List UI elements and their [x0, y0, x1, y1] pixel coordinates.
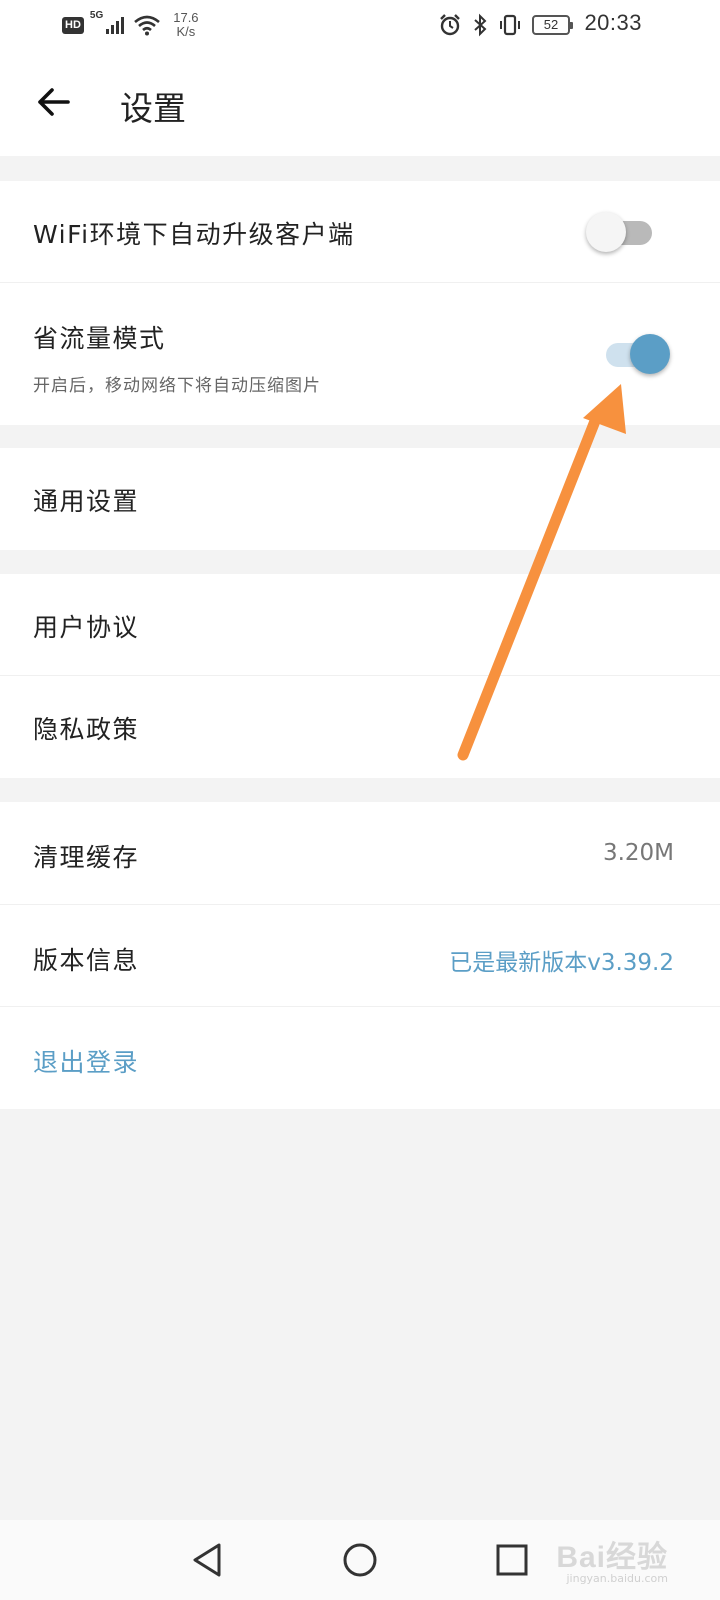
privacy-policy-label: 隐私政策	[33, 715, 140, 744]
version-info-row[interactable]: 版本信息 已是最新版本v3.39.2	[0, 905, 720, 1007]
toggle-knob	[586, 212, 626, 252]
settings-group-general: 通用设置	[0, 448, 720, 550]
status-bar-right: 52	[438, 8, 573, 42]
settings-group-account: 清理缓存 3.20M 版本信息 已是最新版本v3.39.2 退出登录	[0, 802, 720, 1109]
back-button[interactable]	[30, 80, 78, 124]
nav-back-button[interactable]	[182, 1538, 232, 1582]
general-settings-row[interactable]: 通用设置	[0, 448, 720, 550]
baidu-jingyan-watermark: Bai经验	[556, 1541, 668, 1574]
wifi-auto-upgrade-label: WiFi环境下自动升级客户端	[33, 220, 355, 249]
status-bar: HD 5G 17.6 K/s 52 20:33	[0, 0, 720, 50]
wifi-auto-upgrade-row[interactable]: WiFi环境下自动升级客户端	[0, 181, 720, 283]
version-info-label: 版本信息	[33, 946, 140, 975]
square-recents-icon	[496, 1544, 528, 1576]
circle-home-icon	[343, 1543, 377, 1577]
clear-cache-row[interactable]: 清理缓存 3.20M	[0, 802, 720, 905]
wifi-icon	[134, 15, 161, 36]
page-title: 设置	[120, 89, 186, 128]
bluetooth-icon	[474, 13, 487, 37]
version-status-value: 已是最新版本v3.39.2	[449, 950, 674, 976]
data-saver-label: 省流量模式	[33, 324, 166, 353]
back-arrow-icon	[38, 88, 70, 116]
speed-unit: K/s	[176, 24, 196, 39]
user-agreement-label: 用户协议	[33, 613, 140, 642]
vibrate-icon	[500, 14, 520, 36]
data-saver-toggle[interactable]	[604, 333, 670, 374]
network-speed: 17.6 K/s	[173, 11, 198, 39]
wifi-auto-upgrade-toggle[interactable]	[586, 211, 656, 252]
nav-recents-button[interactable]	[487, 1538, 537, 1582]
status-time: 20:33	[584, 10, 642, 35]
system-nav-bar: Bai经验 jingyan.baidu.com	[0, 1520, 720, 1600]
alarm-icon	[440, 14, 460, 36]
speed-value: 17.6	[173, 10, 199, 25]
watermark-url: jingyan.baidu.com	[566, 1572, 668, 1585]
settings-group-network: WiFi环境下自动升级客户端 省流量模式 开启后，移动网络下将自动压缩图片	[0, 181, 720, 425]
general-settings-label: 通用设置	[33, 487, 140, 516]
battery-indicator: 52	[532, 15, 573, 35]
network-type-label: 5G	[89, 10, 104, 21]
data-saver-row[interactable]: 省流量模式 开启后，移动网络下将自动压缩图片	[0, 283, 720, 425]
data-saver-description: 开启后，移动网络下将自动压缩图片	[33, 376, 321, 396]
privacy-policy-row[interactable]: 隐私政策	[0, 676, 720, 778]
nav-home-button[interactable]	[335, 1538, 385, 1582]
settings-group-legal: 用户协议 隐私政策	[0, 574, 720, 778]
toggle-knob	[630, 334, 670, 374]
logout-button[interactable]: 退出登录	[33, 1043, 139, 1079]
logout-row[interactable]: 退出登录	[0, 1007, 720, 1109]
clear-cache-label: 清理缓存	[33, 843, 140, 872]
signal-icon	[106, 17, 125, 34]
app-header: 设置	[0, 50, 720, 156]
triangle-back-icon	[193, 1543, 221, 1577]
status-bar-left: HD 5G 17.6 K/s	[62, 8, 199, 42]
user-agreement-row[interactable]: 用户协议	[0, 574, 720, 676]
hd-badge: HD	[62, 16, 84, 34]
cache-size-value: 3.20M	[602, 840, 674, 866]
